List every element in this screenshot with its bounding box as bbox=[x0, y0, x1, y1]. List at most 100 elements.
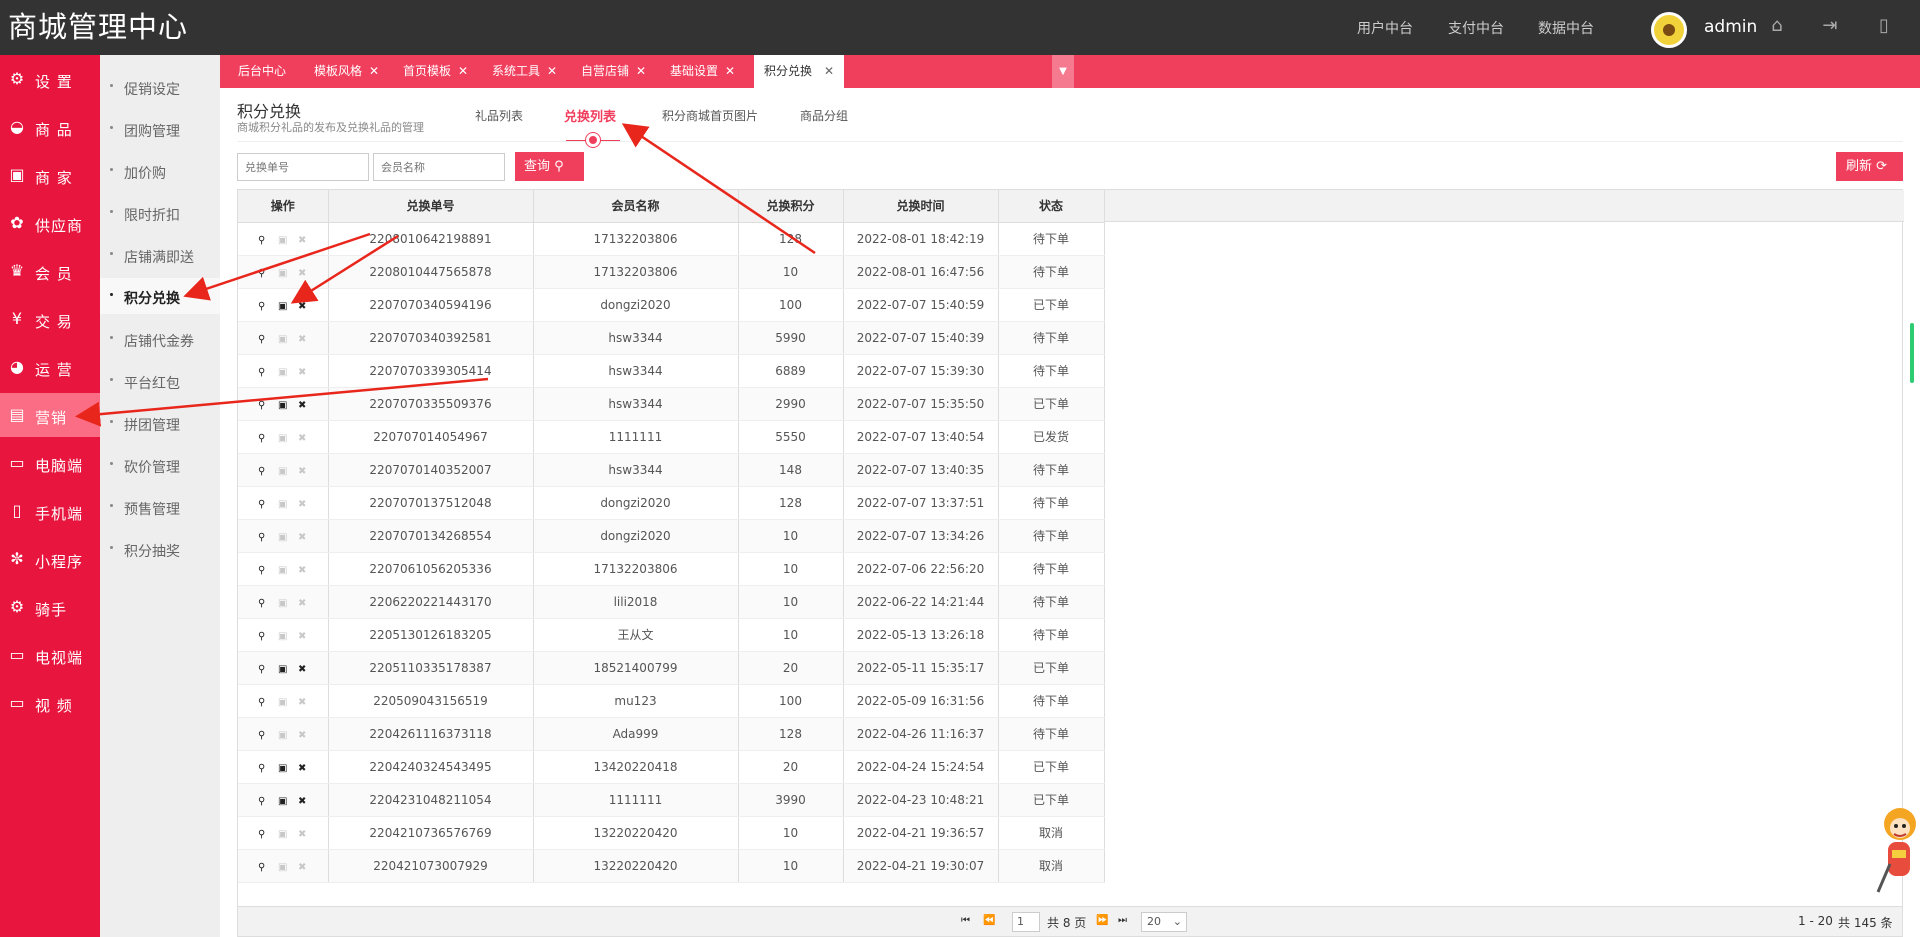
order-number-input[interactable] bbox=[237, 153, 369, 181]
delete-icon[interactable]: ✖ bbox=[298, 796, 318, 807]
ship-icon[interactable]: ▣ bbox=[278, 763, 298, 774]
subnav-item-flash-discount[interactable]: 限时折扣 bbox=[100, 195, 220, 231]
view-icon[interactable]: ⚲ bbox=[258, 532, 278, 543]
subnav-item-add-price[interactable]: 加价购 bbox=[100, 153, 220, 189]
view-icon[interactable]: ⚲ bbox=[258, 598, 278, 609]
sidebar-item-member[interactable]: ♛ 会 员 bbox=[0, 249, 100, 293]
view-icon[interactable]: ⚲ bbox=[258, 697, 278, 708]
subnav-item-bargain[interactable]: 砍价管理 bbox=[100, 447, 220, 483]
ship-icon[interactable]: ▣ bbox=[278, 796, 298, 807]
home-icon[interactable]: ⌂ bbox=[1767, 15, 1787, 36]
close-icon[interactable]: ✕ bbox=[636, 55, 646, 88]
first-page-icon[interactable]: ⏮ bbox=[961, 915, 970, 926]
delete-icon[interactable]: ✖ bbox=[298, 664, 318, 675]
ship-icon[interactable]: ▣ bbox=[278, 301, 298, 312]
query-button[interactable]: 查询 ⚲ bbox=[515, 152, 584, 181]
view-icon[interactable]: ⚲ bbox=[258, 235, 278, 246]
sidebar-item-settings[interactable]: ⚙ 设 置 bbox=[0, 57, 100, 101]
subtab-goods-group[interactable]: 商品分组 bbox=[800, 107, 848, 124]
sidebar-item-miniprogram[interactable]: ✼ 小程序 bbox=[0, 537, 100, 581]
ship-icon[interactable]: ▣ bbox=[278, 400, 298, 411]
view-icon[interactable]: ⚲ bbox=[258, 862, 278, 873]
subnav-item-red-packet[interactable]: 平台红包 bbox=[100, 363, 220, 399]
sidebar-item-operations[interactable]: ◕ 运 营 bbox=[0, 345, 100, 389]
last-page-icon[interactable]: ⏭ bbox=[1118, 915, 1127, 926]
delete-icon[interactable]: ✖ bbox=[298, 400, 318, 411]
sidebar-item-pc[interactable]: ▭ 电脑端 bbox=[0, 441, 100, 485]
nav-data-center[interactable]: 数据中台 bbox=[1538, 18, 1594, 38]
view-icon[interactable]: ⚲ bbox=[258, 268, 278, 279]
sidebar-item-goods[interactable]: ◒ 商 品 bbox=[0, 105, 100, 149]
sidebar-item-tv[interactable]: ▭ 电视端 bbox=[0, 633, 100, 677]
view-icon[interactable]: ⚲ bbox=[258, 796, 278, 807]
sidebar-item-video[interactable]: ▭ 视 频 bbox=[0, 681, 100, 725]
close-icon[interactable]: ✕ bbox=[824, 55, 834, 88]
delete-icon[interactable]: ✖ bbox=[298, 301, 318, 312]
tab-self-store[interactable]: 自营店铺 ✕ bbox=[563, 55, 652, 88]
delete-icon[interactable]: ✖ bbox=[298, 763, 318, 774]
cell-points: 148 bbox=[738, 453, 844, 487]
subnav-item-group-deal[interactable]: 拼团管理 bbox=[100, 405, 220, 441]
subnav-item-group-buy[interactable]: 团购管理 bbox=[100, 111, 220, 147]
subnav-item-points-exchange[interactable]: 积分兑换 bbox=[100, 278, 220, 314]
mascot-widget[interactable] bbox=[1872, 800, 1917, 900]
page-number-input[interactable]: 1 bbox=[1012, 912, 1040, 932]
tab-dropdown-icon[interactable]: ▼ bbox=[1052, 55, 1074, 88]
column-header-time[interactable]: 兑换时间 bbox=[843, 190, 999, 223]
view-icon[interactable]: ⚲ bbox=[258, 565, 278, 576]
scrollbar-thumb[interactable] bbox=[1910, 323, 1914, 383]
tab-home-template[interactable]: 首页模板 ✕ bbox=[385, 55, 474, 88]
close-icon[interactable]: ✕ bbox=[725, 55, 735, 88]
view-icon[interactable]: ⚲ bbox=[258, 433, 278, 444]
subnav-item-presale[interactable]: 预售管理 bbox=[100, 489, 220, 525]
nav-payment-center[interactable]: 支付中台 bbox=[1448, 18, 1504, 38]
sidebar-item-merchant[interactable]: ▣ 商 家 bbox=[0, 153, 100, 197]
close-icon[interactable]: ✕ bbox=[547, 55, 557, 88]
prev-page-icon[interactable]: ⏪ bbox=[983, 915, 995, 926]
subnav-item-full-gift[interactable]: 店铺满即送 bbox=[100, 237, 220, 273]
subtab-homepage-images[interactable]: 积分商城首页图片 bbox=[662, 107, 758, 124]
view-icon[interactable]: ⚲ bbox=[258, 763, 278, 774]
view-icon[interactable]: ⚲ bbox=[258, 367, 278, 378]
subtab-gift-list[interactable]: 礼品列表 bbox=[475, 107, 523, 124]
column-header-status[interactable]: 状态 bbox=[998, 190, 1105, 223]
subnav-item-promotion[interactable]: 促销设定 bbox=[100, 69, 220, 105]
logout-icon[interactable]: ⇥ bbox=[1820, 15, 1840, 36]
sidebar-item-supplier[interactable]: ✿ 供应商 bbox=[0, 201, 100, 245]
nav-user-center[interactable]: 用户中台 bbox=[1357, 18, 1413, 38]
page-size-select[interactable]: 20 ⌄ bbox=[1141, 912, 1187, 932]
username[interactable]: admin bbox=[1704, 17, 1757, 37]
sidebar-item-rider[interactable]: ⚙ 骑手 bbox=[0, 585, 100, 629]
refresh-button[interactable]: 刷新 ⟳ bbox=[1836, 152, 1903, 181]
column-header-points[interactable]: 兑换积分 bbox=[738, 190, 844, 223]
phone-icon[interactable]: ▯ bbox=[1874, 15, 1894, 36]
view-icon[interactable]: ⚲ bbox=[258, 730, 278, 741]
view-icon[interactable]: ⚲ bbox=[258, 334, 278, 345]
member-name-input[interactable] bbox=[373, 153, 505, 181]
view-icon[interactable]: ⚲ bbox=[258, 829, 278, 840]
sidebar-item-marketing[interactable]: ▤ 营销 bbox=[0, 393, 100, 437]
sidebar-item-mobile[interactable]: ▯ 手机端 bbox=[0, 489, 100, 533]
view-icon[interactable]: ⚲ bbox=[258, 631, 278, 642]
column-header-order-number[interactable]: 兑换单号 bbox=[328, 190, 534, 223]
close-icon[interactable]: ✕ bbox=[369, 55, 379, 88]
ship-icon[interactable]: ▣ bbox=[278, 664, 298, 675]
view-icon[interactable]: ⚲ bbox=[258, 400, 278, 411]
tab-basic-settings[interactable]: 基础设置 ✕ bbox=[652, 55, 741, 88]
subnav-item-points-lottery[interactable]: 积分抽奖 bbox=[100, 531, 220, 567]
view-icon[interactable]: ⚲ bbox=[258, 466, 278, 477]
view-icon[interactable]: ⚲ bbox=[258, 499, 278, 510]
view-icon[interactable]: ⚲ bbox=[258, 301, 278, 312]
close-icon[interactable]: ✕ bbox=[458, 55, 468, 88]
subnav-item-voucher[interactable]: 店铺代金券 bbox=[100, 321, 220, 357]
tab-dashboard[interactable]: 后台中心 bbox=[220, 55, 296, 88]
subtab-exchange-list[interactable]: 兑换列表 bbox=[564, 106, 616, 125]
next-page-icon[interactable]: ⏩ bbox=[1096, 915, 1108, 926]
tab-points-exchange[interactable]: 积分兑换 ✕ bbox=[754, 55, 844, 88]
tab-template-style[interactable]: 模板风格 ✕ bbox=[296, 55, 385, 88]
avatar[interactable] bbox=[1651, 12, 1687, 48]
column-header-member[interactable]: 会员名称 bbox=[533, 190, 739, 223]
sidebar-item-trade[interactable]: ¥ 交 易 bbox=[0, 297, 100, 341]
view-icon[interactable]: ⚲ bbox=[258, 664, 278, 675]
tab-system-tools[interactable]: 系统工具 ✕ bbox=[474, 55, 563, 88]
